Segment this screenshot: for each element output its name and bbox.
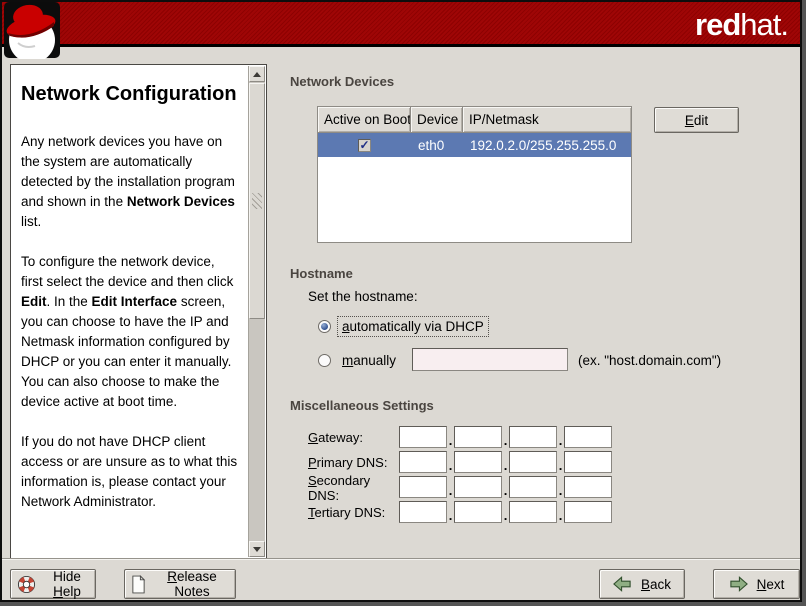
tertiary-dns-octet-2[interactable] (454, 501, 502, 523)
octet-separator: . (447, 458, 454, 474)
hide-help-label: Hide Help (45, 569, 89, 599)
secondary-dns-row: Secondary DNS: . . . (308, 475, 612, 500)
scroll-down-button[interactable] (249, 541, 265, 557)
device-cell: eth0 (411, 138, 463, 153)
octet-separator: . (447, 508, 454, 524)
back-arrow-icon (613, 576, 632, 592)
installer-window: redhat. Network Configuration Any networ… (0, 0, 802, 602)
tertiary-dns-octets: . . . (399, 501, 612, 524)
secondary-dns-octet-4[interactable] (564, 476, 612, 498)
document-icon (131, 575, 146, 594)
gateway-octet-4[interactable] (564, 426, 612, 448)
help-panel: Network Configuration Any network device… (10, 64, 267, 559)
primary-dns-octet-1[interactable] (399, 451, 447, 473)
tertiary-dns-octet-1[interactable] (399, 501, 447, 523)
gateway-row: Gateway: . . . (308, 425, 612, 450)
next-label: Next (757, 577, 785, 592)
help-paragraph: To configure the network device, first s… (21, 252, 240, 412)
help-scrollbar[interactable] (248, 66, 265, 557)
primary-dns-octet-3[interactable] (509, 451, 557, 473)
scroll-down-icon (253, 547, 261, 552)
secondary-dns-label: Secondary DNS: (308, 473, 399, 503)
radio-button-selected-icon[interactable] (318, 320, 331, 333)
release-notes-button[interactable]: Release Notes (124, 569, 236, 599)
scroll-up-button[interactable] (249, 66, 265, 82)
tertiary-dns-octet-4[interactable] (564, 501, 612, 523)
octet-separator: . (557, 508, 564, 524)
active-on-boot-cell: ✓ (318, 139, 411, 152)
manually-label[interactable]: manually (337, 350, 401, 371)
title-bar (2, 2, 800, 47)
help-title: Network Configuration (21, 79, 240, 110)
redhat-shadowman-logo-icon (4, 2, 60, 59)
primary-dns-octet-4[interactable] (564, 451, 612, 473)
next-arrow-icon (729, 576, 748, 592)
auto-dhcp-label[interactable]: automatically via DHCP (337, 316, 489, 337)
octet-separator: . (557, 433, 564, 449)
octet-separator: . (502, 458, 509, 474)
secondary-dns-octets: . . . (399, 476, 612, 499)
table-row-eth0[interactable]: ✓ eth0 192.0.2.0/255.255.255.0 (318, 133, 631, 157)
footer-separator (2, 558, 800, 560)
column-header-device: Device (411, 107, 463, 133)
secondary-dns-octet-3[interactable] (509, 476, 557, 498)
gateway-label: Gateway: (308, 430, 399, 445)
octet-separator: . (502, 433, 509, 449)
hostname-section-label: Hostname (290, 266, 353, 281)
checkmark-icon: ✓ (359, 140, 369, 150)
tertiary-dns-label: Tertiary DNS: (308, 505, 399, 520)
misc-settings-section-label: Miscellaneous Settings (290, 398, 434, 413)
ip-netmask-cell: 192.0.2.0/255.255.255.0 (463, 138, 631, 153)
octet-separator: . (557, 458, 564, 474)
active-on-boot-checkbox[interactable]: ✓ (358, 139, 371, 152)
secondary-dns-octet-2[interactable] (454, 476, 502, 498)
redhat-wordmark: redhat. (695, 7, 788, 43)
octet-separator: . (502, 508, 509, 524)
primary-dns-octets: . . . (399, 451, 612, 474)
octet-separator: . (502, 483, 509, 499)
hostname-manual-option[interactable]: manually (318, 349, 401, 371)
scrollbar-grip-icon (252, 193, 262, 209)
hostname-auto-option[interactable]: automatically via DHCP (318, 315, 489, 337)
secondary-dns-octet-1[interactable] (399, 476, 447, 498)
edit-button-label: Edit (685, 113, 708, 128)
release-notes-label: Release Notes (155, 569, 229, 599)
help-paragraph: Any network devices you have on the syst… (21, 132, 240, 232)
life-ring-icon (17, 575, 36, 594)
scrollbar-thumb[interactable] (249, 83, 265, 319)
octet-separator: . (557, 483, 564, 499)
primary-dns-octet-2[interactable] (454, 451, 502, 473)
edit-button[interactable]: Edit (654, 107, 739, 133)
primary-dns-label: Primary DNS: (308, 455, 399, 470)
gateway-octet-1[interactable] (399, 426, 447, 448)
set-hostname-prompt: Set the hostname: (308, 289, 418, 304)
hide-help-button[interactable]: Hide Help (10, 569, 96, 599)
help-paragraph: If you do not have DHCP client access or… (21, 432, 240, 512)
radio-button-icon[interactable] (318, 354, 331, 367)
wordmark-red: red (695, 7, 740, 42)
table-header-row: Active on Boot Device IP/Netmask (318, 107, 631, 133)
tertiary-dns-row: Tertiary DNS: . . . (308, 500, 612, 525)
back-label: Back (641, 577, 671, 592)
octet-separator: . (447, 483, 454, 499)
hostname-example-hint: (ex. "host.domain.com") (578, 353, 721, 368)
gateway-octet-3[interactable] (509, 426, 557, 448)
column-header-active-on-boot: Active on Boot (318, 107, 411, 133)
column-header-ip-netmask: IP/Netmask (463, 107, 631, 133)
network-devices-table: Active on Boot Device IP/Netmask ✓ eth0 … (317, 106, 632, 243)
back-button[interactable]: Back (599, 569, 685, 599)
help-content: Network Configuration Any network device… (11, 65, 248, 558)
tertiary-dns-octet-3[interactable] (509, 501, 557, 523)
scroll-up-icon (253, 72, 261, 77)
gateway-octet-2[interactable] (454, 426, 502, 448)
hostname-input[interactable] (412, 348, 568, 371)
network-devices-section-label: Network Devices (290, 74, 394, 89)
gateway-octets: . . . (399, 426, 612, 449)
next-button[interactable]: Next (713, 569, 800, 599)
octet-separator: . (447, 433, 454, 449)
primary-dns-row: Primary DNS: . . . (308, 450, 612, 475)
misc-settings-block: Gateway: . . . Primary DNS: . . . Second… (308, 425, 612, 525)
wordmark-hat: hat. (740, 7, 788, 42)
